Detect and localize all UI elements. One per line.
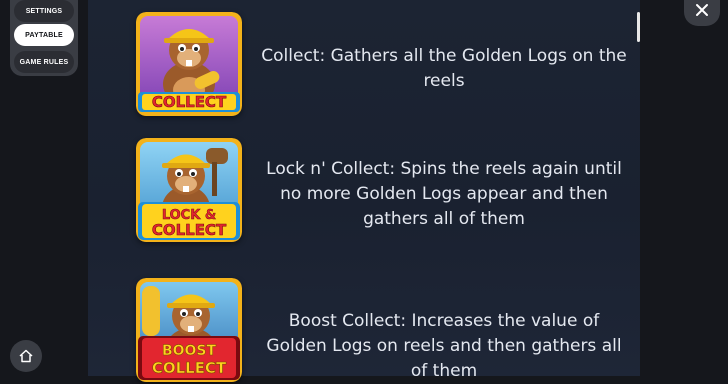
sidebar-item-label: SETTINGS — [25, 7, 63, 15]
boost-collect-symbol: BOOST COLLECT — [136, 278, 242, 382]
badge-text-line1: BOOST — [162, 343, 217, 359]
collect-description: Collect: Gathers all the Golden Logs on … — [261, 46, 627, 91]
sidebar-item-label: PAYTABLE — [25, 31, 63, 39]
beaver-lock-collect-symbol-icon: LOCK & COLLECT — [136, 138, 242, 242]
close-button[interactable] — [684, 0, 720, 26]
lock-collect-symbol: LOCK & COLLECT — [136, 138, 242, 242]
beaver-boost-collect-symbol-icon: BOOST COLLECT — [136, 278, 242, 382]
sidebar-item-settings[interactable]: SETTINGS — [14, 0, 74, 22]
boost-collect-description: Boost Collect: Increases the value of Go… — [266, 311, 622, 381]
sidebar-item-paytable[interactable]: PAYTABLE — [14, 24, 74, 46]
collect-symbol: COLLECT — [136, 12, 242, 116]
home-button[interactable] — [10, 340, 42, 372]
beaver-collect-symbol-icon: COLLECT — [136, 12, 242, 116]
sidebar-item-label: GAME RULES — [19, 58, 69, 66]
badge-text-line2: COLLECT — [152, 221, 227, 239]
scrollbar-thumb[interactable] — [637, 12, 640, 42]
badge-text: COLLECT — [152, 93, 227, 111]
sidebar-menu: SETTINGS PAYTABLE GAME RULES — [10, 0, 78, 76]
sidebar-item-game-rules[interactable]: GAME RULES — [14, 51, 74, 73]
home-icon — [19, 349, 33, 363]
lock-collect-description: Lock n' Collect: Spins the reels again u… — [266, 159, 622, 229]
close-icon — [696, 4, 708, 16]
badge-text-line2: COLLECT — [152, 359, 227, 377]
